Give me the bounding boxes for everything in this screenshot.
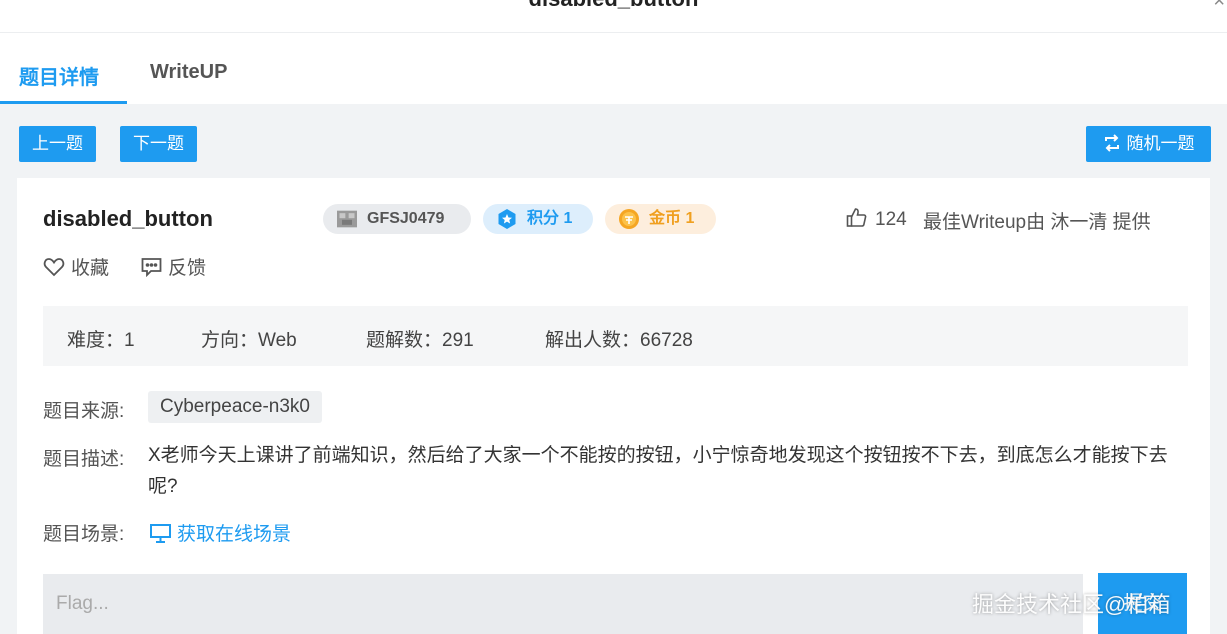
tab-writeup[interactable]: WriteUP bbox=[150, 61, 227, 84]
favorite-label: 收藏 bbox=[71, 258, 110, 279]
source-tag: Cyberpeace-n3k0 bbox=[148, 391, 322, 423]
monitor-icon bbox=[150, 524, 171, 543]
author-avatar-icon bbox=[337, 210, 357, 228]
star-badge-icon bbox=[498, 209, 516, 229]
problem-title: disabled_button bbox=[43, 206, 213, 231]
window-title: disabled_button bbox=[0, 0, 1227, 12]
coin-icon bbox=[619, 209, 639, 229]
feedback-label: 反馈 bbox=[168, 258, 207, 279]
next-problem-button[interactable]: 下一题 bbox=[120, 126, 197, 162]
like-button[interactable]: 124 bbox=[846, 207, 907, 231]
coins-badge: 金币 1 bbox=[605, 204, 716, 234]
feedback-button[interactable]: 反馈 bbox=[141, 253, 206, 280]
coins-value: 金币 1 bbox=[649, 210, 695, 227]
likes-count: 124 bbox=[875, 209, 907, 230]
submit-flag-button[interactable]: 提交 bbox=[1098, 573, 1187, 634]
source-label: 题目来源: bbox=[43, 401, 125, 422]
author-name: GFSJ0479 bbox=[367, 210, 445, 227]
scene-label: 题目场景: bbox=[43, 524, 125, 545]
description-label: 题目描述: bbox=[43, 449, 125, 470]
random-problem-button[interactable]: 随机一题 bbox=[1086, 126, 1211, 162]
window-titlebar: disabled_button × bbox=[0, 0, 1227, 33]
refresh-icon bbox=[1104, 134, 1119, 152]
flag-input[interactable] bbox=[43, 574, 1083, 634]
stats-bar: 难度：1 方向：Web 题解数：291 解出人数：66728 bbox=[43, 306, 1188, 366]
active-tab-indicator bbox=[0, 101, 127, 104]
get-scene-label: 获取在线场景 bbox=[177, 524, 292, 545]
solvers-stat: 解出人数：66728 bbox=[545, 330, 693, 351]
author-badge[interactable]: GFSJ0479 bbox=[323, 204, 471, 234]
difficulty-stat: 难度：1 bbox=[67, 330, 135, 351]
best-writeup-text: 最佳Writeup由 沐一清 提供 bbox=[923, 212, 1151, 233]
points-badge: 积分 1 bbox=[483, 204, 593, 234]
heart-icon bbox=[43, 258, 65, 277]
favorite-button[interactable]: 收藏 bbox=[43, 253, 109, 280]
thumbs-up-icon bbox=[846, 208, 867, 227]
get-scene-link[interactable]: 获取在线场景 bbox=[150, 519, 291, 546]
comment-icon bbox=[141, 258, 162, 278]
points-value: 积分 1 bbox=[527, 210, 573, 227]
direction-stat: 方向：Web bbox=[201, 330, 297, 351]
prev-problem-button[interactable]: 上一题 bbox=[19, 126, 96, 162]
random-problem-label: 随机一题 bbox=[1126, 134, 1195, 153]
problem-description: X老师今天上课讲了前端知识，然后给了大家一个不能按的按钮，小宁惊奇地发现这个按钮… bbox=[148, 445, 1168, 497]
tab-problem-details[interactable]: 题目详情 bbox=[19, 61, 99, 90]
close-icon[interactable]: × bbox=[1213, 0, 1225, 13]
solves-stat: 题解数：291 bbox=[366, 330, 474, 351]
tab-bar: 题目详情 WriteUP bbox=[0, 33, 1227, 104]
